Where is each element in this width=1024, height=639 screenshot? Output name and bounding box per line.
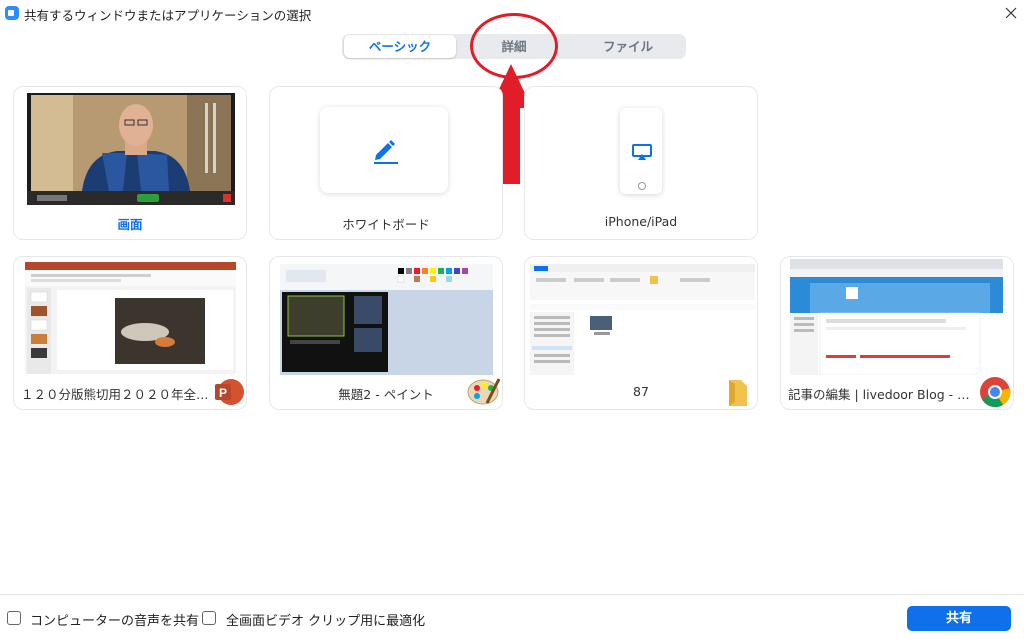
share-audio-label[interactable]: コンピューターの音声を共有 <box>30 610 199 629</box>
phone-preview <box>620 108 662 194</box>
card-label-explorer-window: 87 <box>633 384 649 399</box>
share-option-explorer-window[interactable]: 87 <box>524 256 758 410</box>
airplay-icon <box>632 144 652 160</box>
card-label-powerpoint-window: １２０分版熊切用２０２０年全国大会用ダイジェストPPT <box>21 387 221 402</box>
share-option-iphone-ipad[interactable]: iPhone/iPad <box>524 86 758 240</box>
chrome-window-thumbnail <box>790 259 1003 375</box>
card-label-whiteboard: ホワイトボード <box>342 217 430 232</box>
svg-text:P: P <box>219 386 227 400</box>
screen-thumbnail <box>27 93 235 205</box>
powerpoint-window-thumbnail <box>25 262 236 374</box>
close-button[interactable] <box>999 2 1023 24</box>
paint-icon <box>467 378 501 405</box>
share-option-whiteboard[interactable]: ホワイトボード <box>269 86 503 240</box>
share-option-chrome-window[interactable]: 記事の編集 | livedoor Blog - Google Chrome <box>780 256 1014 410</box>
zoom-app-icon <box>5 6 19 20</box>
optimize-video-label[interactable]: 全画面ビデオ クリップ用に最適化 <box>226 610 425 629</box>
folder-icon <box>729 380 747 406</box>
card-label-iphone-ipad: iPhone/iPad <box>604 214 678 229</box>
phone-home-button <box>638 182 646 190</box>
share-button[interactable]: 共有 <box>907 606 1011 631</box>
share-option-paint-window[interactable]: 無題2 - ペイント <box>269 256 503 410</box>
close-icon <box>1005 7 1017 19</box>
card-label-chrome-window: 記事の編集 | livedoor Blog - Google Chrome <box>788 387 978 402</box>
card-label-screen: 画面 <box>117 217 143 232</box>
share-option-screen[interactable]: 画面 <box>13 86 247 240</box>
share-option-powerpoint-window[interactable]: １２０分版熊切用２０２０年全国大会用ダイジェストPPT P <box>13 256 247 410</box>
tab-basic[interactable]: ベーシック <box>344 35 456 58</box>
chrome-icon <box>980 377 1011 408</box>
window-title: 共有するウィンドウまたはアプリケーションの選択 <box>24 8 312 23</box>
whiteboard-preview <box>320 107 448 193</box>
share-audio-checkbox[interactable] <box>7 611 21 625</box>
explorer-window-thumbnail <box>530 264 755 375</box>
bottom-bar: コンピューターの音声を共有 全画面ビデオ クリップ用に最適化 共有 <box>0 594 1024 639</box>
pencil-icon <box>374 140 398 164</box>
tab-files[interactable]: ファイル <box>572 35 684 58</box>
powerpoint-icon: P <box>215 379 244 405</box>
paint-window-thumbnail <box>280 264 493 375</box>
optimize-video-checkbox[interactable] <box>202 611 216 625</box>
